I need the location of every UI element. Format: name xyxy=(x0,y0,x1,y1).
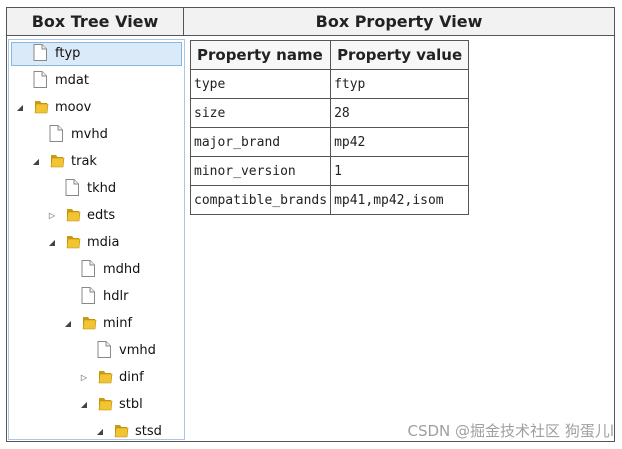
property-name-cell: minor_version xyxy=(189,156,332,186)
property-value-cell: mp42 xyxy=(330,127,470,157)
tree-item-label: dinf xyxy=(119,370,144,385)
tree-item-vmhd[interactable]: vmhd xyxy=(79,339,184,363)
tree-item-label: mdat xyxy=(55,73,89,88)
property-name-cell: major_brand xyxy=(189,127,332,157)
tree-item-ftyp[interactable]: ftyp xyxy=(11,42,182,66)
folder-icon xyxy=(97,395,113,413)
column-header-property-name: Property name xyxy=(189,40,332,70)
tree-item-label: tkhd xyxy=(87,181,117,196)
folder-icon xyxy=(113,422,129,439)
tree-item-label: vmhd xyxy=(119,343,156,358)
folder-icon xyxy=(65,233,81,251)
tree-item-mvhd[interactable]: mvhd xyxy=(31,123,181,147)
expanded-triangle-icon[interactable]: ◢ xyxy=(31,150,41,174)
folder-icon xyxy=(81,314,97,332)
header-row: Box Tree View Box Property View xyxy=(7,8,614,36)
folder-icon xyxy=(65,206,81,224)
property-table-header-row: Property name Property value xyxy=(189,40,470,70)
tree-item-label: ftyp xyxy=(55,46,81,61)
property-value-cell: ftyp xyxy=(330,69,470,99)
tree-item-mdia[interactable]: ◢ mdia xyxy=(47,231,184,255)
tree-item-label: edts xyxy=(87,208,116,223)
file-icon xyxy=(33,71,49,89)
property-name-cell: size xyxy=(189,98,332,128)
expanded-triangle-icon[interactable]: ◢ xyxy=(63,312,73,336)
tree-item-mdat[interactable]: mdat xyxy=(15,69,165,93)
tree-item-label: minf xyxy=(103,316,133,331)
property-value-cell: 28 xyxy=(330,98,470,128)
tree-item-mdhd[interactable]: mdhd xyxy=(63,258,184,282)
tree-item-tkhd[interactable]: tkhd xyxy=(47,177,184,201)
file-icon xyxy=(49,125,65,143)
property-table: Property name Property value type ftyp s… xyxy=(189,40,470,215)
folder-icon xyxy=(49,152,65,170)
table-row: size 28 xyxy=(189,98,470,128)
folder-icon xyxy=(33,98,49,116)
property-value-cell: mp41,mp42,isom xyxy=(330,185,470,215)
box-tree-view-header: Box Tree View xyxy=(7,8,184,35)
tree-item-dinf[interactable]: ▷ dinf xyxy=(79,366,184,390)
property-name-cell: compatible_brands xyxy=(189,185,332,215)
collapsed-triangle-icon[interactable]: ▷ xyxy=(79,366,89,390)
tree-item-edts[interactable]: ▷ edts xyxy=(47,204,184,228)
tree-item-trak[interactable]: ◢ trak xyxy=(31,150,181,174)
tree-item-label: mdhd xyxy=(103,262,141,277)
box-tree-panel[interactable]: ftyp mdat ◢ moov mvhd ◢ trak tkhd ▷ edts ◢ mdia mdhd… xyxy=(8,39,185,440)
folder-icon xyxy=(97,368,113,386)
file-icon xyxy=(97,341,113,359)
file-icon xyxy=(65,179,81,197)
tree-item-label: moov xyxy=(55,100,92,115)
expanded-triangle-icon[interactable]: ◢ xyxy=(47,231,57,255)
file-icon xyxy=(81,287,97,305)
tree-item-label: mvhd xyxy=(71,127,108,142)
tree-item-stsd[interactable]: ◢ stsd xyxy=(95,420,184,439)
file-icon xyxy=(81,260,97,278)
watermark: CSDN @掘金技术社区 狗蛋儿l xyxy=(407,422,614,440)
box-property-view-header: Box Property View xyxy=(315,12,483,31)
mp4-box-viewer-window: Box Tree View Box Property View ftyp mdat… xyxy=(6,7,615,442)
tree-item-hdlr[interactable]: hdlr xyxy=(63,285,184,309)
tree-item-label: stbl xyxy=(119,397,143,412)
expanded-triangle-icon[interactable]: ◢ xyxy=(15,96,25,120)
collapsed-triangle-icon[interactable]: ▷ xyxy=(47,204,57,228)
expanded-triangle-icon[interactable]: ◢ xyxy=(95,420,105,439)
tree-item-stbl[interactable]: ◢ stbl xyxy=(79,393,184,417)
tree-item-label: hdlr xyxy=(103,289,129,304)
table-row: major_brand mp42 xyxy=(189,127,470,157)
table-row: compatible_brands mp41,mp42,isom xyxy=(189,185,470,215)
property-value-cell: 1 xyxy=(330,156,470,186)
table-row: type ftyp xyxy=(189,69,470,99)
table-row: minor_version 1 xyxy=(189,156,470,186)
tree-item-moov[interactable]: ◢ moov xyxy=(15,96,165,120)
tree-item-minf[interactable]: ◢ minf xyxy=(63,312,184,336)
file-icon xyxy=(33,44,49,62)
tree-item-label: trak xyxy=(71,154,97,169)
column-header-property-value: Property value xyxy=(330,40,470,70)
tree-item-label: mdia xyxy=(87,235,120,250)
expanded-triangle-icon[interactable]: ◢ xyxy=(79,393,89,417)
property-name-cell: type xyxy=(189,69,332,99)
tree-item-label: stsd xyxy=(135,424,162,439)
